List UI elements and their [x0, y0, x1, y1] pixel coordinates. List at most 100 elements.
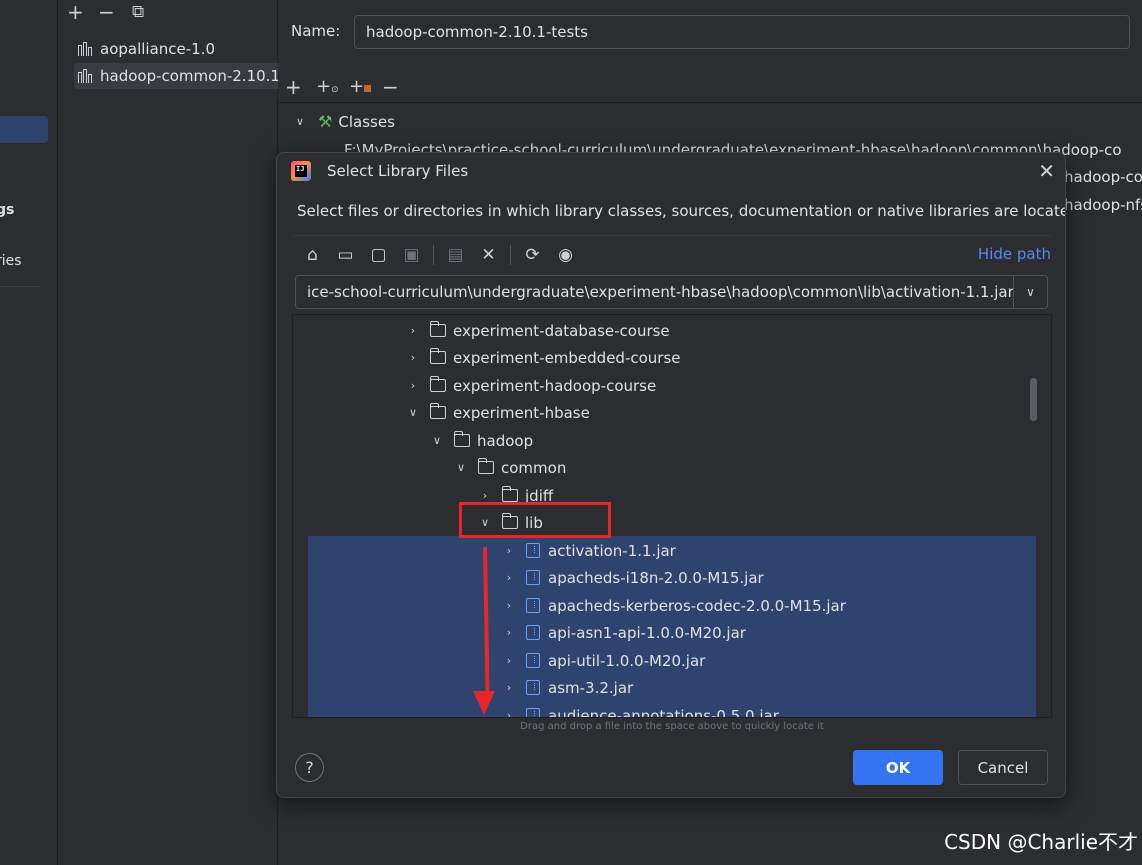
help-button[interactable]: ?: [295, 753, 324, 782]
sidebar-selected-item[interactable]: [0, 116, 48, 143]
chevron-right-icon[interactable]: ›: [502, 599, 516, 612]
toolbar-divider: [278, 102, 1142, 103]
name-input[interactable]: [354, 15, 1130, 49]
ok-button[interactable]: OK: [853, 750, 943, 785]
chevron-right-icon[interactable]: ›: [502, 709, 516, 717]
jar-icon: [526, 543, 540, 558]
jar-icon: [526, 625, 540, 640]
sidebar-item-libraries[interactable]: ries: [0, 253, 22, 269]
folder-icon: [429, 376, 446, 392]
close-icon[interactable]: ✕: [1038, 159, 1055, 183]
project-folder-icon[interactable]: ▢: [367, 243, 390, 266]
chevron-right-icon[interactable]: ›: [502, 626, 516, 639]
jar-icon: [526, 680, 540, 695]
chevron-down-icon[interactable]: ∨: [454, 461, 468, 474]
path-field[interactable]: ice-school-curriculum\undergraduate\expe…: [295, 275, 1048, 309]
folder-icon: [501, 486, 518, 502]
show-hidden-icon[interactable]: ◉: [554, 243, 577, 266]
chevron-right-icon[interactable]: ›: [502, 681, 516, 694]
tree-node-label: audience-annotations-0.5.0.jar: [548, 706, 779, 718]
delete-icon[interactable]: ✕: [477, 243, 500, 266]
library-item[interactable]: aopalliance-1.0: [74, 36, 284, 62]
tree-scrollbar[interactable]: [1030, 378, 1037, 421]
library-item-label: hadoop-common-2.10.1: [100, 67, 280, 85]
tree-jar-node[interactable]: › api-util-1.0.0-M20.jar: [502, 647, 706, 674]
chevron-down-icon[interactable]: ∨: [430, 434, 444, 447]
remove-icon[interactable]: −: [98, 2, 115, 22]
add-icon[interactable]: +: [67, 2, 84, 22]
sidebar-divider: [0, 286, 40, 287]
intellij-logo-icon: IJ: [291, 161, 311, 181]
annotation-arrow-head: [473, 691, 495, 715]
chevron-down-icon[interactable]: ∨: [296, 115, 304, 128]
dialog-description: Select files or directories in which lib…: [297, 202, 1066, 220]
tree-jar-node[interactable]: › api-asn1-api-1.0.0-M20.jar: [502, 619, 746, 646]
tree-node-label: hadoop: [477, 431, 534, 450]
chevron-right-icon[interactable]: ›: [478, 489, 492, 502]
sidebar-item-settings[interactable]: gs: [0, 202, 14, 218]
jar-icon: [526, 708, 540, 717]
refresh-icon[interactable]: ⟳: [521, 243, 544, 266]
drag-drop-hint: Drag and drop a file into the space abov…: [520, 721, 824, 732]
tree-folder-node[interactable]: › experiment-embedded-course: [406, 344, 681, 371]
tree-jar-node[interactable]: › audience-annotations-0.5.0.jar: [502, 702, 779, 718]
chevron-right-icon[interactable]: ›: [502, 571, 516, 584]
hammer-icon: ⚒: [318, 112, 333, 131]
chevron-right-icon[interactable]: ›: [502, 544, 516, 557]
path-input[interactable]: ice-school-curriculum\undergraduate\expe…: [296, 283, 1013, 301]
file-chooser-toolbar: ⌂ ▭ ▢ ▣ ▤ ✕ ⟳ ◉: [301, 243, 577, 266]
tree-jar-node[interactable]: › apacheds-kerberos-codec-2.0.0-M15.jar: [502, 592, 846, 619]
tree-jar-node[interactable]: › activation-1.1.jar: [502, 537, 676, 564]
tree-node-label: api-util-1.0.0-M20.jar: [548, 651, 706, 670]
classes-root-label: Classes: [338, 112, 395, 131]
chevron-down-icon[interactable]: ∨: [406, 406, 420, 419]
tree-node-label: common: [501, 458, 567, 477]
tree-folder-node[interactable]: › experiment-hadoop-course: [406, 372, 656, 399]
tree-node-label: experiment-embedded-course: [453, 348, 681, 367]
chevron-right-icon[interactable]: ›: [406, 324, 420, 337]
tree-folder-node[interactable]: ∨ hadoop: [430, 427, 533, 454]
chevron-right-icon[interactable]: ›: [502, 654, 516, 667]
jar-icon: [526, 653, 540, 668]
library-icon: [78, 69, 94, 83]
classes-path-item: hadoop-nfs: [1064, 196, 1142, 214]
toolbar-separator: [510, 244, 511, 265]
dialog-title: Select Library Files: [327, 162, 469, 180]
tree-jar-node[interactable]: › apacheds-i18n-2.0.0-M15.jar: [502, 564, 764, 591]
chevron-right-icon[interactable]: ›: [406, 351, 420, 364]
tree-node-label: apacheds-kerberos-codec-2.0.0-M15.jar: [548, 596, 846, 615]
tree-node-label: apacheds-i18n-2.0.0-M15.jar: [548, 568, 764, 587]
remove-root-icon[interactable]: −: [382, 77, 399, 97]
folder-icon: [429, 403, 446, 419]
select-library-files-dialog: IJ Select Library Files ✕ Select files o…: [276, 152, 1066, 798]
chevron-right-icon[interactable]: ›: [406, 379, 420, 392]
settings-sidebar: gs ries: [0, 0, 58, 865]
folder-icon: [453, 431, 470, 447]
jar-icon: [526, 598, 540, 613]
home-icon[interactable]: ⌂: [301, 243, 324, 266]
tree-folder-node[interactable]: ∨ common: [454, 454, 566, 481]
tree-jar-node[interactable]: › asm-3.2.jar: [502, 674, 633, 701]
classes-root-node[interactable]: ∨ ⚒ Classes: [296, 112, 395, 131]
toolbar-separator: [433, 244, 434, 265]
annotation-highlight-box: [459, 502, 611, 538]
tree-folder-node[interactable]: ∨ experiment-hbase: [406, 399, 590, 426]
chevron-down-icon[interactable]: ∨: [1013, 276, 1047, 308]
tree-node-label: api-asn1-api-1.0.0-M20.jar: [548, 623, 746, 642]
library-item-selected[interactable]: hadoop-common-2.10.1: [74, 63, 284, 89]
new-folder-icon[interactable]: ▤: [444, 243, 467, 266]
add-root-icon[interactable]: +: [285, 77, 302, 97]
folder-icon: [429, 348, 446, 364]
tree-node-label: activation-1.1.jar: [548, 541, 676, 560]
add-url-icon[interactable]: +⊙: [316, 77, 339, 100]
copy-icon[interactable]: ⧉: [132, 2, 144, 22]
desktop-icon[interactable]: ▭: [334, 243, 357, 266]
hide-path-link[interactable]: Hide path: [978, 245, 1051, 263]
classes-path-item: hadoop-co: [1064, 168, 1142, 186]
add-jar-icon[interactable]: +: [349, 77, 372, 97]
module-folder-icon[interactable]: ▣: [400, 243, 423, 266]
cancel-button[interactable]: Cancel: [958, 750, 1048, 785]
library-icon: [78, 42, 94, 56]
folder-icon: [477, 458, 494, 474]
tree-folder-node[interactable]: › experiment-database-course: [406, 317, 670, 344]
